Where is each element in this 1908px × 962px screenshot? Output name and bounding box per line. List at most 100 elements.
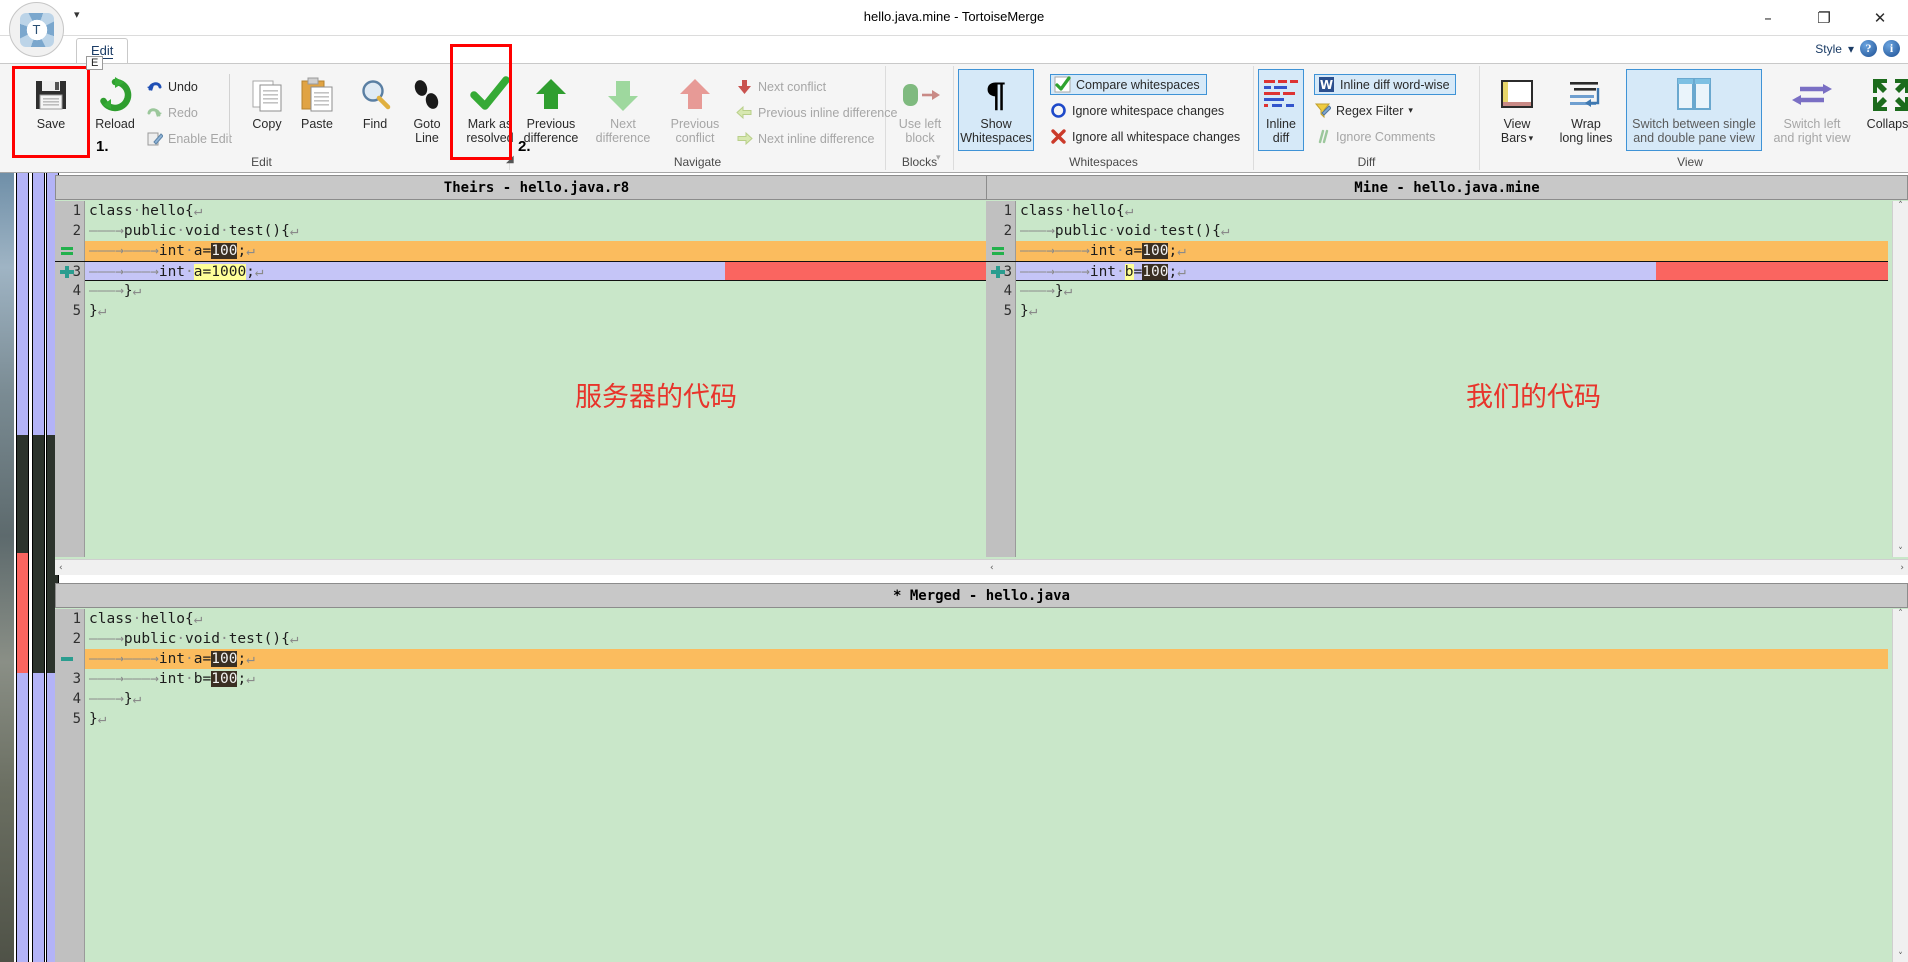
ignore-whitespace-changes-option[interactable]: Ignore whitespace changes	[1050, 100, 1224, 121]
code-line[interactable]: 1 class·hello{↵	[55, 201, 998, 221]
info-icon[interactable]: i	[1883, 40, 1900, 57]
code-line[interactable]: ———→———→int·a=100;↵	[986, 241, 1888, 261]
inline-diff-button[interactable]: Inline diff	[1258, 69, 1304, 151]
minimize-button[interactable]: –	[1740, 0, 1796, 36]
scroll-up-arrow-icon[interactable]: ˄	[1898, 201, 1903, 211]
previous-difference-button[interactable]: Previous difference	[516, 70, 586, 148]
pane-mine-code[interactable]: 1 class·hello{↵ 2 ———→public·void·test(){↵ —…	[986, 201, 1888, 557]
pane-mine-hscrollbar[interactable]: ‹ ›	[986, 559, 1908, 575]
reload-button-label: Reload	[95, 117, 135, 131]
scroll-left-arrow-icon[interactable]: ‹	[55, 563, 63, 573]
view-bars-button[interactable]: View Bars ▾	[1486, 70, 1548, 148]
pane-theirs-code[interactable]: 1 class·hello{↵ 2 ———→public·void·test(){↵ —…	[55, 201, 998, 557]
inline-diff-icon	[1261, 73, 1301, 117]
line-number: 2	[72, 223, 81, 239]
code-segment: =	[1133, 264, 1143, 280]
code-segment: ———→———→	[89, 651, 159, 667]
view-bars-dropdown-arrow-icon[interactable]: ▾	[1529, 133, 1534, 143]
ribbon-group-navigate: Navigate Previous difference Next differ…	[510, 66, 897, 170]
scroll-down-arrow-icon[interactable]: ˅	[1898, 952, 1903, 962]
switch-pane-view-label-1: Switch between single	[1632, 117, 1756, 131]
goto-line-button[interactable]: Goto Line	[396, 70, 458, 148]
code-segment: ———→	[89, 283, 124, 299]
code-line[interactable]: 4 ———→}↵	[55, 281, 998, 301]
pane-theirs-hscrollbar[interactable]: ‹ ›	[55, 559, 1018, 575]
previous-difference-label-2: difference	[523, 131, 579, 145]
pane-mine-vscrollbar[interactable]: ˄ ˅	[1892, 201, 1908, 557]
scroll-down-arrow-icon[interactable]: ˅	[1898, 547, 1903, 557]
code-segment: a=	[193, 651, 212, 667]
line-number: 3	[1003, 264, 1012, 280]
switch-pane-view-button[interactable]: Switch between single and double pane vi…	[1626, 69, 1762, 151]
code-segment: ↵	[193, 611, 203, 627]
line-number: 1	[72, 203, 81, 219]
code-line[interactable]: 2 ———→public·void·test(){↵	[986, 221, 1888, 241]
map-block-conflict	[17, 553, 28, 673]
line-text: ———→———→int·a=100;↵	[89, 649, 255, 669]
scroll-up-arrow-icon[interactable]: ˄	[1898, 609, 1903, 619]
arrow-up-red-icon	[675, 73, 715, 117]
collapse-button[interactable]: Collapse	[1860, 70, 1908, 148]
pane-merged-code[interactable]: 1 class·hello{↵ 2 ———→public·void·test(){↵ —…	[55, 609, 1888, 962]
blue-circle-icon	[1050, 102, 1067, 119]
map-block-dark	[33, 435, 44, 553]
code-segment: ↵	[1220, 223, 1230, 239]
code-line[interactable]: 2 ———→public·void·test(){↵	[55, 221, 998, 241]
application-menu-orb[interactable]: T	[9, 2, 64, 57]
quick-access-toolbar-arrow-icon[interactable]: ▾	[74, 8, 80, 21]
code-line[interactable]: 4 ———→}↵	[986, 281, 1888, 301]
code-line[interactable]: 5}↵	[55, 709, 1888, 729]
ribbon-group-diff: Diff Inline diff W Inline diff word-wise…	[1254, 66, 1480, 170]
compare-whitespaces-option[interactable]: Compare whitespaces	[1050, 74, 1207, 95]
equal-line-marker-icon	[59, 244, 75, 258]
code-segment: a=	[193, 243, 212, 259]
line-text: }↵	[89, 301, 106, 321]
ribbon-group-diff-label: Diff	[1357, 155, 1376, 169]
window-title: hello.java.mine - TortoiseMerge	[863, 9, 1045, 24]
save-button[interactable]: Save	[20, 70, 82, 148]
diff-map-bar-left[interactable]	[16, 173, 29, 962]
previous-difference-label-1: Previous	[526, 117, 576, 131]
pane-merged-vscrollbar[interactable]: ˄ ˅	[1892, 609, 1908, 962]
close-button[interactable]: ✕	[1852, 0, 1908, 36]
undo-button[interactable]: Undo	[146, 76, 198, 97]
scroll-right-arrow-icon[interactable]: ›	[1900, 563, 1908, 573]
code-line[interactable]: 4 ———→}↵	[55, 689, 1888, 709]
code-segment: ———→	[1020, 223, 1055, 239]
show-whitespaces-button[interactable]: ¶ Show Whitespaces	[958, 69, 1034, 151]
style-label[interactable]: Style	[1815, 42, 1842, 56]
divider	[450, 74, 451, 140]
wrap-long-lines-button[interactable]: Wrap long lines	[1550, 70, 1622, 148]
code-line[interactable]: 5}↵	[986, 301, 1888, 321]
code-line[interactable]: ———→———→int·a=100;↵	[55, 241, 998, 261]
code-segment: int	[158, 243, 186, 259]
maximize-button[interactable]: ❐	[1796, 0, 1852, 36]
code-segment: ·	[185, 651, 194, 667]
save-icon	[31, 73, 71, 117]
ribbon: Edit Save Reload Undo Redo Enable Edit C…	[0, 63, 1908, 173]
line-gutter-cell: 4	[986, 281, 1016, 301]
code-line[interactable]: 3 ———→———→int·b=100;↵	[55, 669, 1888, 689]
style-dropdown-arrow-icon[interactable]: ▾	[1848, 42, 1854, 56]
regex-filter-button[interactable]: Regex Filter ▾	[1314, 100, 1413, 121]
help-icon[interactable]: ?	[1860, 40, 1877, 57]
code-line[interactable]: 5 }↵	[55, 301, 998, 321]
code-line[interactable]: 3 ———→———→int·a=1000;↵	[55, 261, 998, 282]
code-line[interactable]: ———→———→int·a=100;↵	[55, 649, 1888, 669]
code-segment: ———→	[89, 631, 124, 647]
ignore-all-whitespace-changes-option[interactable]: Ignore all whitespace changes	[1050, 126, 1240, 147]
regex-filter-dropdown-arrow-icon[interactable]: ▾	[1408, 105, 1413, 116]
code-segment: hello{	[141, 203, 194, 219]
code-line[interactable]: 3 ———→———→int·b=100;↵	[986, 261, 1888, 282]
code-line[interactable]: 1 class·hello{↵	[986, 201, 1888, 221]
paste-button[interactable]: Paste	[286, 70, 348, 148]
scroll-left-arrow-icon[interactable]: ‹	[986, 563, 994, 573]
code-line[interactable]: 2 ———→public·void·test(){↵	[55, 629, 1888, 649]
reload-button[interactable]: Reload	[84, 70, 146, 148]
diff-map-bar-center[interactable]	[32, 173, 45, 962]
line-number: 5	[72, 303, 81, 319]
wrap-long-lines-label-1: Wrap	[1571, 117, 1601, 131]
code-segment: ↵	[254, 264, 264, 280]
code-line[interactable]: 1 class·hello{↵	[55, 609, 1888, 629]
inline-diff-word-wise-option[interactable]: W Inline diff word-wise	[1314, 74, 1456, 95]
